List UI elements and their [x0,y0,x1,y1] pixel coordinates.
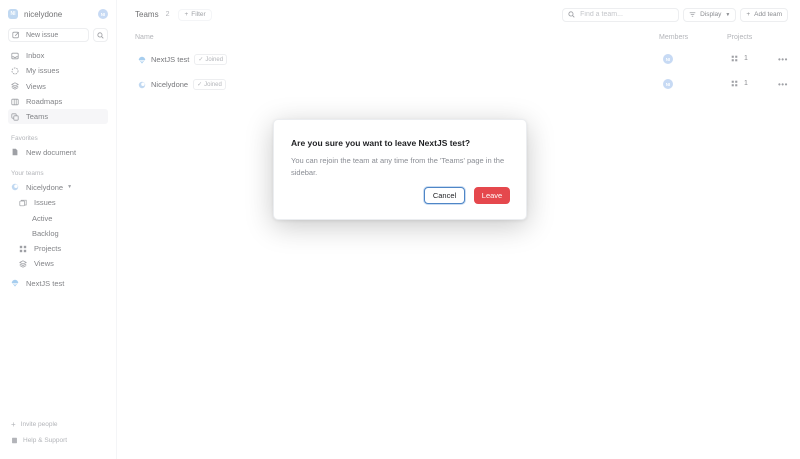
modal-backdrop[interactable] [0,0,800,459]
leave-button[interactable]: Leave [474,187,510,204]
cancel-button[interactable]: Cancel [424,187,465,204]
dialog-body: You can rejoin the team at any time from… [291,156,505,177]
leave-team-dialog: Are you sure you want to leave NextJS te… [273,119,527,220]
dialog-title: Are you sure you want to leave NextJS te… [291,138,471,148]
